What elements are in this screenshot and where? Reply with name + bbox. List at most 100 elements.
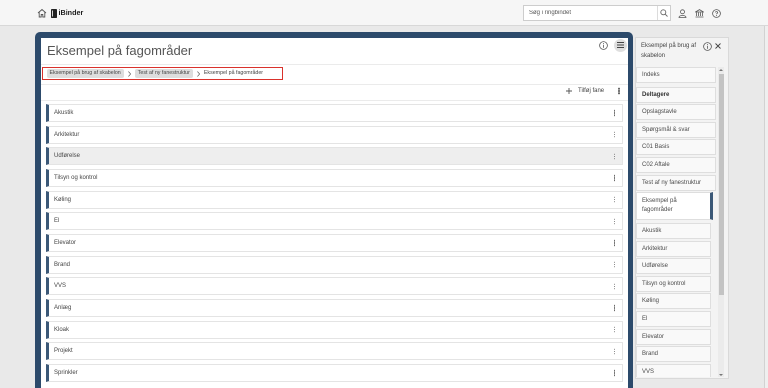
tab-row-udforelse[interactable]: Udførelse (46, 147, 623, 166)
ibinder-logo-icon (51, 8, 57, 18)
search-box (523, 5, 671, 21)
top-bar: iBinder (0, 0, 768, 26)
kebab-icon[interactable] (613, 177, 615, 179)
sidebar-item-label: C01 Basis (642, 144, 670, 151)
sidebar-item-label: Opslagstavle (642, 109, 677, 116)
sidebar-item-label: Deltagere (642, 91, 670, 98)
chevron-right-icon (197, 70, 200, 77)
sidebar-item-c01-basis[interactable]: C01 Basis (636, 139, 716, 156)
help-icon[interactable] (711, 8, 721, 18)
kebab-icon[interactable] (613, 307, 615, 309)
close-icon[interactable] (715, 43, 721, 49)
add-tab-label: Tilføj fane (578, 88, 605, 94)
tab-row-arkitektur[interactable]: Arkitektur (46, 125, 623, 144)
kebab-icon[interactable] (613, 263, 615, 266)
main-panel: Eksempel på fagområder Eksempel på brug … (41, 38, 628, 388)
tab-row-sprinkler[interactable]: Sprinkler (46, 363, 623, 382)
sidebar-item-deltagere[interactable]: Deltagere (636, 86, 716, 103)
sidebar-item-vvs[interactable]: VVS (636, 363, 711, 377)
tab-row-label: Køling (54, 196, 72, 203)
sidebar-item-brand[interactable]: Brand (636, 346, 711, 363)
sidebar-item-label: VVS (642, 368, 655, 375)
kebab-icon[interactable] (613, 285, 615, 287)
sidebar-scrollbar[interactable] (718, 67, 724, 377)
kebab-icon[interactable] (613, 220, 615, 222)
sidebar-item-arkitektur[interactable]: Arkitektur (636, 240, 711, 257)
page-title: Eksempel på fagområder (47, 43, 193, 58)
sidebar-item-sporgsmal-og-svar[interactable]: Spørgsmål & svar (636, 121, 716, 138)
add-tab-button[interactable]: Tilføj fane (566, 85, 604, 97)
sidebar-item-label: C02 Aftale (642, 161, 670, 168)
tab-row-vvs[interactable]: VVS (46, 277, 623, 296)
sidebar-item-c02-aftale[interactable]: C02 Aftale (636, 156, 716, 173)
breadcrumb-item[interactable]: Test af ny fanestruktur (134, 69, 193, 78)
kebab-icon[interactable] (613, 112, 615, 114)
search-button[interactable] (657, 6, 670, 20)
info-icon[interactable] (598, 40, 608, 50)
user-icon[interactable] (678, 8, 687, 18)
home-icon[interactable] (37, 8, 47, 18)
sidebar-item-tilsyn-og-kontrol[interactable]: Tilsyn og kontrol (636, 275, 711, 292)
scroll-up-arrow-icon[interactable] (719, 68, 723, 71)
menu-button[interactable] (613, 38, 627, 52)
kebab-icon[interactable] (613, 155, 615, 157)
sidebar-item-label: Akustik (642, 227, 662, 234)
kebab-icon[interactable] (613, 198, 615, 201)
sidebar-item-akustik[interactable]: Akustik (636, 222, 711, 239)
tab-row-brand[interactable]: Brand (46, 255, 623, 274)
tab-row-koling[interactable]: Køling (46, 190, 623, 209)
tab-row-label: El (54, 218, 60, 225)
tab-row-elevator[interactable]: Elevator (46, 233, 623, 252)
tab-row-label: Sprinkler (54, 369, 78, 376)
kebab-icon[interactable] (613, 350, 615, 352)
scroll-down-arrow-icon[interactable] (719, 373, 723, 376)
kebab-icon[interactable] (613, 328, 615, 331)
sidebar-item-label: Eksempel på fagområder (642, 198, 677, 214)
tab-row-label: Elevator (54, 239, 77, 246)
tab-row-tilsyn-og-kontrol[interactable]: Tilsyn og kontrol (46, 168, 623, 187)
sidebar-item-elevator[interactable]: Elevator (636, 328, 711, 345)
ibinder-logo[interactable]: iBinder (51, 8, 83, 18)
sidebar-item-indeks[interactable]: Indeks (636, 67, 716, 83)
sidebar-item-udforelse[interactable]: Udførelse (636, 258, 711, 275)
sidebar-item-label: Brand (642, 351, 659, 358)
sidebar-item-label: Elevator (642, 333, 665, 340)
sidebar-item-opslagstavle[interactable]: Opslagstavle (636, 104, 716, 121)
sidebar-item-test-af-ny-fanestruktur[interactable]: Test af ny fanestruktur (636, 174, 716, 191)
breadcrumb-current: Eksempel på fagområder (203, 70, 264, 76)
kebab-icon[interactable] (613, 372, 615, 374)
kebab-icon[interactable] (613, 242, 615, 244)
divider (41, 84, 628, 85)
tab-row-el[interactable]: El (46, 212, 623, 231)
breadcrumb-item[interactable]: Eksempel på brug af skabelon (46, 69, 124, 78)
divider (41, 64, 628, 65)
tab-list: Akustik Arkitektur Udførelse Tilsyn og k… (46, 104, 623, 386)
tab-row-label: Akustik (54, 110, 74, 116)
kebab-icon[interactable] (613, 133, 615, 136)
sidebar-item-eksempel-pa-fagomrader[interactable]: Eksempel på fagområder (636, 192, 713, 221)
breadcrumb: Eksempel på brug af skabelon Test af ny … (42, 67, 283, 80)
tab-row-label: Anlæg (54, 304, 72, 311)
info-icon[interactable] (702, 41, 712, 51)
toolbar-kebab-icon[interactable] (618, 90, 620, 92)
tab-row-akustik[interactable]: Akustik (46, 104, 623, 122)
sidebar-list: Indeks Deltagere Opslagstavle Spørgsmål … (636, 67, 718, 377)
sidebar-item-label: Arkitektur (642, 245, 668, 252)
sidebar-scroll-thumb[interactable] (718, 74, 724, 295)
sidebar-item-el[interactable]: El (636, 310, 711, 327)
sidebar-item-label: Udførelse (642, 263, 669, 270)
search-input[interactable] (524, 6, 657, 20)
sidebar-item-label: Tilsyn og kontrol (642, 280, 686, 287)
tab-row-kloak[interactable]: Kloak (46, 320, 623, 339)
tab-row-anlaeg[interactable]: Anlæg (46, 298, 623, 317)
tab-row-label: VVS (54, 283, 67, 290)
sidebar-item-label: Test af ny fanestruktur (642, 179, 702, 186)
tab-row-label: Tilsyn og kontrol (54, 174, 98, 181)
tab-row-projekt[interactable]: Projekt (46, 342, 623, 361)
sidebar-title: Eksempel på brug af skabelon (641, 43, 697, 59)
sidebar-item-koling[interactable]: Køling (636, 293, 711, 310)
bank-icon[interactable] (694, 8, 704, 18)
tab-row-label: Kloak (54, 326, 70, 333)
divider (41, 100, 628, 101)
window-scrollbar[interactable] (764, 26, 768, 388)
